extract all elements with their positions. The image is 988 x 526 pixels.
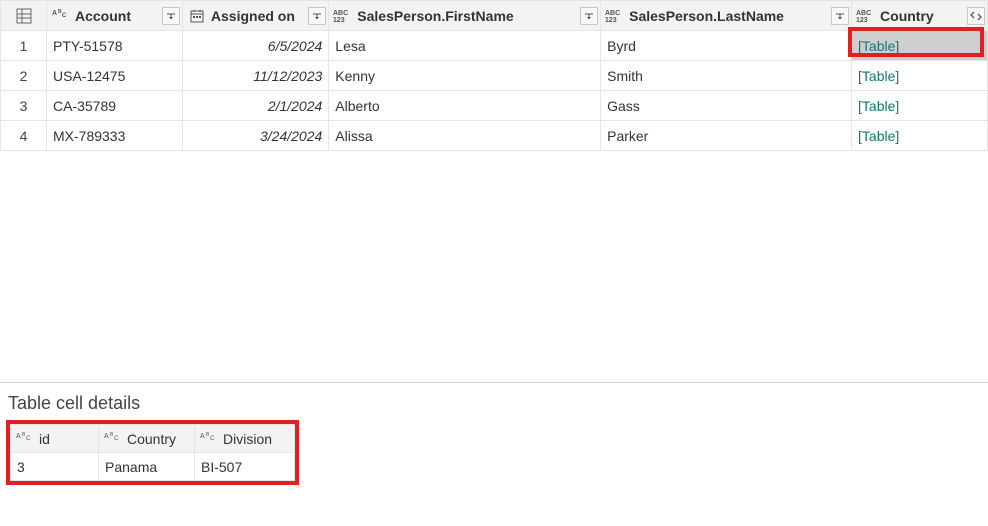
country-cell[interactable]: [Table]: [852, 121, 988, 151]
svg-text:ABC: ABC: [856, 10, 871, 17]
filter-button[interactable]: [580, 7, 598, 25]
column-label: Country: [123, 431, 192, 447]
svg-text:ABC: ABC: [333, 10, 348, 17]
filter-button[interactable]: [831, 7, 849, 25]
details-id-cell: 3: [11, 459, 98, 475]
details-title: Table cell details: [6, 393, 982, 414]
details-highlight-box: ABC id ABC Country: [6, 420, 299, 485]
lastname-cell[interactable]: Byrd: [601, 31, 852, 61]
select-all-corner[interactable]: [1, 1, 47, 31]
svg-text:A: A: [200, 433, 205, 440]
svg-text:123: 123: [605, 17, 617, 24]
assigned-cell[interactable]: 6/5/2024: [182, 31, 328, 61]
any-type-icon: ABC123: [856, 8, 876, 24]
details-country-cell: Panama: [99, 459, 194, 475]
column-label: SalesPerson.LastName: [625, 8, 829, 24]
account-cell[interactable]: MX-789333: [47, 121, 183, 151]
details-panel: Table cell details ABC id: [0, 383, 988, 494]
row-number[interactable]: 3: [1, 91, 47, 121]
details-header-id[interactable]: ABC id: [11, 425, 99, 453]
row-number[interactable]: 4: [1, 121, 47, 151]
table-row[interactable]: 3CA-357892/1/2024AlbertoGass[Table]: [1, 91, 988, 121]
main-table-container: ABC Account Assigned on: [0, 0, 988, 383]
svg-text:123: 123: [333, 17, 345, 24]
lastname-cell[interactable]: Gass: [601, 91, 852, 121]
svg-text:123: 123: [856, 17, 868, 24]
column-label: Account: [71, 8, 160, 24]
assigned-cell[interactable]: 3/24/2024: [182, 121, 328, 151]
column-header-country[interactable]: ABC123 Country: [852, 1, 988, 31]
column-header-lastname[interactable]: ABC123 SalesPerson.LastName: [601, 1, 852, 31]
expand-button[interactable]: [967, 7, 985, 25]
svg-text:C: C: [26, 436, 31, 442]
table-row[interactable]: 4MX-7893333/24/2024AlissaParker[Table]: [1, 121, 988, 151]
date-type-icon: [187, 8, 207, 24]
column-label: id: [35, 431, 96, 447]
filter-button[interactable]: [308, 7, 326, 25]
svg-text:C: C: [62, 13, 67, 19]
assigned-cell[interactable]: 11/12/2023: [182, 61, 328, 91]
details-header-division[interactable]: ABC Division: [195, 425, 295, 453]
details-row[interactable]: 3 Panama BI-507: [11, 453, 295, 481]
lastname-cell[interactable]: Parker: [601, 121, 852, 151]
text-type-icon: ABC: [15, 431, 35, 447]
svg-text:A: A: [52, 10, 57, 17]
details-table: ABC id ABC Country: [10, 424, 295, 481]
table-icon: [15, 7, 33, 25]
column-label: Assigned on: [207, 8, 306, 24]
country-cell[interactable]: [Table]: [852, 31, 988, 61]
details-header-country[interactable]: ABC Country: [99, 425, 195, 453]
svg-text:ABC: ABC: [605, 10, 620, 17]
account-cell[interactable]: PTY-51578: [47, 31, 183, 61]
any-type-icon: ABC123: [605, 8, 625, 24]
text-type-icon: ABC: [103, 431, 123, 447]
svg-text:C: C: [210, 436, 215, 442]
lastname-cell[interactable]: Smith: [601, 61, 852, 91]
assigned-cell[interactable]: 2/1/2024: [182, 91, 328, 121]
firstname-cell[interactable]: Kenny: [329, 61, 601, 91]
column-header-firstname[interactable]: ABC123 SalesPerson.FirstName: [329, 1, 601, 31]
country-cell[interactable]: [Table]: [852, 91, 988, 121]
svg-text:A: A: [104, 433, 109, 440]
details-division-cell: BI-507: [195, 459, 294, 475]
svg-text:A: A: [16, 433, 21, 440]
any-type-icon: ABC123: [333, 8, 353, 24]
firstname-cell[interactable]: Lesa: [329, 31, 601, 61]
firstname-cell[interactable]: Alissa: [329, 121, 601, 151]
filter-button[interactable]: [162, 7, 180, 25]
text-type-icon: ABC: [51, 8, 71, 24]
country-cell[interactable]: [Table]: [852, 61, 988, 91]
svg-text:C: C: [114, 436, 119, 442]
column-header-assigned[interactable]: Assigned on: [182, 1, 328, 31]
row-number[interactable]: 2: [1, 61, 47, 91]
column-label: Country: [876, 8, 965, 24]
table-row[interactable]: 2USA-1247511/12/2023KennySmith[Table]: [1, 61, 988, 91]
text-type-icon: ABC: [199, 431, 219, 447]
column-label: Division: [219, 431, 292, 447]
account-cell[interactable]: USA-12475: [47, 61, 183, 91]
account-cell[interactable]: CA-35789: [47, 91, 183, 121]
main-table: ABC Account Assigned on: [0, 0, 988, 151]
firstname-cell[interactable]: Alberto: [329, 91, 601, 121]
column-header-account[interactable]: ABC Account: [47, 1, 183, 31]
row-number[interactable]: 1: [1, 31, 47, 61]
column-label: SalesPerson.FirstName: [353, 8, 578, 24]
table-row[interactable]: 1PTY-515786/5/2024LesaByrd[Table]: [1, 31, 988, 61]
